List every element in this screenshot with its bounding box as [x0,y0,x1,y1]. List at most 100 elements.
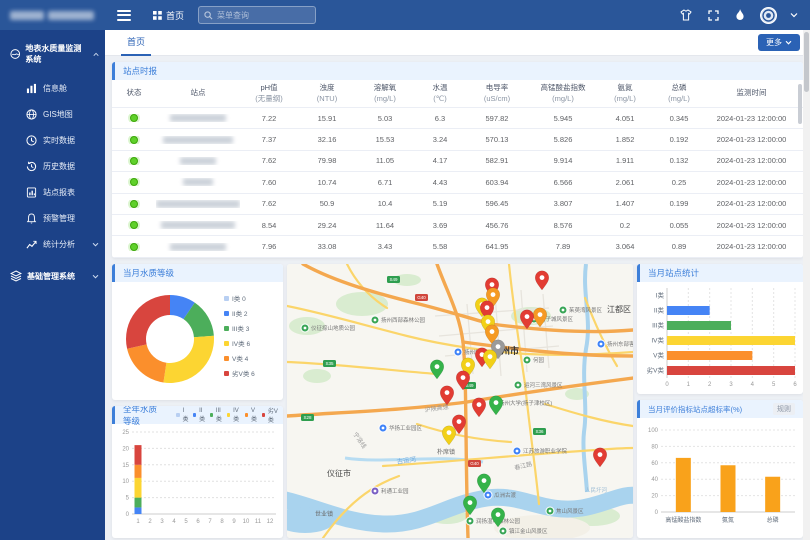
status-dot [130,243,138,251]
table-row[interactable]: 7.6010.746.714.43603.946.5662.0610.25202… [112,172,803,193]
legend-item[interactable]: 劣V类 [262,406,279,424]
rate-bar-氨氮[interactable] [721,465,736,512]
sidebar-item-stats[interactable]: 统计分析 [0,231,105,257]
exceed-rate-bar-chart: 020406080100高锰酸盐指数氨氮总磷 [637,418,803,534]
legend-label[interactable]: III类 3 [232,324,250,333]
table-row[interactable]: 7.9633.083.435.58641.957.893.0640.892024… [112,236,803,257]
map-poi-label: 茱萸湾风景区 [569,306,603,314]
cell-value: 8.576 [528,221,598,230]
station-name-redacted [170,243,226,251]
cell-value: 0.25 [652,178,706,187]
table-scrollbar[interactable] [798,84,802,124]
legend-item[interactable]: I类 [176,406,189,424]
legend-item[interactable]: II类 [193,406,206,424]
hbar-bar-IV类[interactable] [667,336,795,345]
cell-time: 2024-01-23 12:00:00 [706,199,797,208]
donut-slice-IV类[interactable] [163,336,214,383]
chevron-down-icon [785,40,792,45]
table-row[interactable]: 7.3732.1615.533.24570.135.8261.8520.1922… [112,129,803,150]
table-row[interactable]: 7.6250.910.45.19596.453.8071.4070.199202… [112,194,803,215]
yearly-quality-level-panel: 全年水质等级 I类II类III类IV类V类劣V类 051015202512345… [112,406,283,538]
flame-icon[interactable] [733,8,747,22]
legend-item[interactable]: V类 [245,406,258,424]
theme-shirt-icon[interactable] [679,8,693,22]
legend-label[interactable]: 劣V类 6 [232,369,255,378]
table-body: 7.2215.915.036.3597.825.9454.0510.345202… [112,108,803,258]
more-button[interactable]: 更多 [758,34,800,51]
rate-bar-总磷[interactable] [765,477,780,512]
legend-item[interactable]: III类 [210,406,223,424]
map-poi-label: 何园 [533,356,545,364]
search-input[interactable] [217,11,307,20]
hamburger-icon[interactable] [117,10,131,21]
stack-segment-III类[interactable] [135,498,142,508]
cell-value: 0.055 [652,221,706,230]
cell-value: 29.24 [298,221,356,230]
sidebar-item-history[interactable]: 历史数据 [0,153,105,179]
legend-item[interactable]: IV类 [227,406,241,424]
sidebar-group-label: 基础管理系统 [27,271,75,282]
sidebar-group-water-system[interactable]: 地表水质量监测系统 [0,30,105,75]
sidebar-item-dashboard[interactable]: 信息舱 [0,75,105,101]
menu-search[interactable] [198,6,316,24]
sidebar-group-base-system[interactable]: 基础管理系统 [0,257,105,292]
page-scrollbar[interactable] [803,30,810,540]
column-header: 浊度(NTU) [298,83,356,103]
cell-value: 6.566 [528,178,598,187]
hbar-bar-III类[interactable] [667,321,731,330]
cell-value: 15.91 [298,114,356,123]
legend-label[interactable]: IV类 6 [232,339,250,348]
cell-value: 7.37 [240,135,298,144]
table-row[interactable]: 7.2215.915.036.3597.825.9454.0510.345202… [112,108,803,129]
panel-title-text: 当月水质等级 [123,267,174,279]
stack-segment-劣V类[interactable] [135,445,142,465]
sidebar-item-clock[interactable]: 实时数据 [0,127,105,153]
stack-segment-V类[interactable] [135,465,142,478]
sidebar-item-alarm[interactable]: 预警管理 [0,205,105,231]
svg-text:0: 0 [126,512,130,518]
table-row[interactable]: 7.6279.9811.054.17582.919.9141.9110.1322… [112,151,803,172]
cell-value: 10.74 [298,178,356,187]
tab-home[interactable]: 首页 [121,30,151,56]
legend-label[interactable]: I类 0 [232,294,246,303]
table-row[interactable]: 8.5429.2411.643.69456.768.5760.20.055202… [112,215,803,236]
top-bar: 首页 [0,0,810,30]
hbar-bar-V类[interactable] [667,351,752,360]
cell-value: 596.45 [466,199,528,208]
legend-label[interactable]: V类 4 [232,354,249,363]
column-label: 高锰酸盐指数 [528,83,598,93]
donut-slice-V类[interactable] [127,344,166,382]
sidebar-item-globe[interactable]: GIS地图 [0,101,105,127]
cell-value: 5.826 [528,135,598,144]
avatar[interactable] [760,7,777,24]
rate-rule-button[interactable]: 规则 [773,403,795,415]
search-icon [204,11,213,20]
topbar-home-link[interactable]: 首页 [153,9,184,22]
status-dot [130,157,138,165]
hbar-bar-II类[interactable] [667,306,710,315]
svg-text:S36: S36 [535,429,544,434]
map-label: 仪征市 [327,468,351,478]
cell-value: 1.911 [598,156,652,165]
cell-time: 2024-01-23 12:00:00 [706,135,797,144]
legend-label[interactable]: II类 2 [232,309,248,318]
cell-time: 2024-01-23 12:00:00 [706,114,797,123]
chevron-down-icon [92,242,99,247]
monthly-quality-level-panel: 当月水质等级 I类 0 II类 2 III类 3 IV类 6 V类 4 劣V类 6 [112,264,283,400]
stack-segment-IV类[interactable] [135,478,142,498]
cell-value: 5.19 [414,199,466,208]
column-header: 水温(℃) [414,83,466,103]
chevron-down-icon[interactable] [790,12,798,18]
sidebar-item-label: 实时数据 [43,135,75,146]
donut-slice-劣V类[interactable] [126,295,170,349]
stack-segment-II类[interactable] [135,507,142,514]
hbar-bar-劣V类[interactable] [667,366,795,375]
sidebar-item-report[interactable]: 站点报表 [0,179,105,205]
cell-value: 4.051 [598,114,652,123]
cell-value: 32.16 [298,135,356,144]
column-label: 氨氮 [598,83,652,93]
rate-bar-高锰酸盐指数[interactable] [676,458,691,512]
fullscreen-icon[interactable] [706,8,720,22]
map-poi-label: 扬州西部森林公园 [381,316,426,324]
station-map[interactable]: S49G40S35S28S49S36G40扬州市仪征市江都区古运河沪陕高速春江路… [287,264,633,538]
